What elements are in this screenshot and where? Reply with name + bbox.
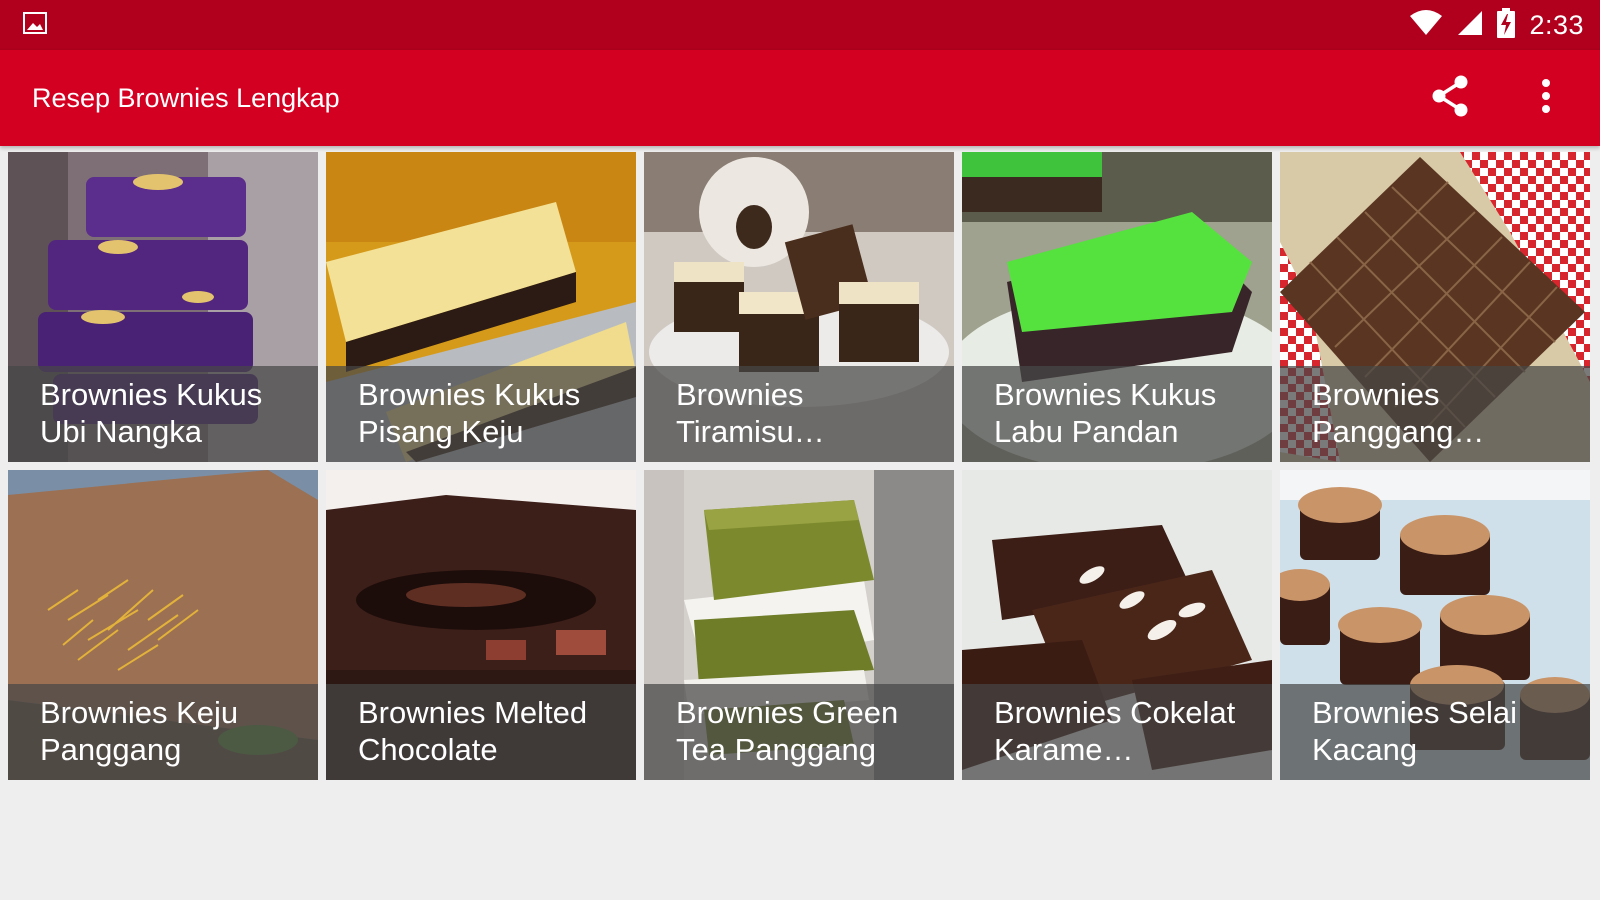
recipe-title: Brownies Cokelat Karame… xyxy=(962,684,1272,780)
app-bar-actions xyxy=(1426,74,1570,122)
overflow-menu-button[interactable] xyxy=(1522,74,1570,122)
recipe-card[interactable]: Brownies Cokelat Karame… xyxy=(962,470,1272,780)
recipe-title: Brownies Panggang… xyxy=(1280,366,1590,462)
app-title: Resep Brownies Lengkap xyxy=(32,82,340,113)
recipe-card[interactable]: Brownies Kukus Labu Pandan xyxy=(962,152,1272,462)
recipe-card[interactable]: Brownies Kukus Ubi Nangka xyxy=(8,152,318,462)
recipe-title: Brownies Kukus Labu Pandan xyxy=(962,366,1272,462)
recipe-title: Brownies Selai Kacang xyxy=(1280,684,1590,780)
recipe-title: Brownies Tiramisu… xyxy=(644,366,954,462)
recipe-title: Brownies Keju Panggang xyxy=(8,684,318,780)
status-right: 2:33 xyxy=(1409,7,1584,43)
recipe-card[interactable]: Brownies Melted Chocolate xyxy=(326,470,636,780)
recipe-title: Brownies Kukus Ubi Nangka xyxy=(8,366,318,462)
recipe-card[interactable]: Brownies Panggang… xyxy=(1280,152,1590,462)
recipe-card[interactable]: Brownies Green Tea Panggang xyxy=(644,470,954,780)
recipe-title: Brownies Melted Chocolate xyxy=(326,684,636,780)
recipe-card[interactable]: Brownies Kukus Pisang Keju xyxy=(326,152,636,462)
recipe-grid: Brownies Kukus Ubi Nangka Brownies Kukus… xyxy=(8,152,1592,780)
recipe-title: Brownies Green Tea Panggang xyxy=(644,684,954,780)
status-left xyxy=(22,11,48,40)
more-vert-icon xyxy=(1540,78,1552,119)
recipe-title: Brownies Kukus Pisang Keju xyxy=(326,366,636,462)
app-bar: Resep Brownies Lengkap xyxy=(0,50,1600,146)
status-clock: 2:33 xyxy=(1529,9,1584,40)
share-button[interactable] xyxy=(1426,74,1474,122)
status-bar: 2:33 xyxy=(0,0,1600,50)
recipe-card[interactable]: Brownies Tiramisu… xyxy=(644,152,954,462)
recipe-card[interactable]: Brownies Keju Panggang xyxy=(8,470,318,780)
battery-charging-icon xyxy=(1497,7,1516,43)
wifi-icon xyxy=(1409,9,1443,41)
cell-signal-icon xyxy=(1457,10,1483,41)
gallery-notification-icon xyxy=(22,11,48,40)
share-icon xyxy=(1430,74,1470,123)
recipe-card[interactable]: Brownies Selai Kacang xyxy=(1280,470,1590,780)
